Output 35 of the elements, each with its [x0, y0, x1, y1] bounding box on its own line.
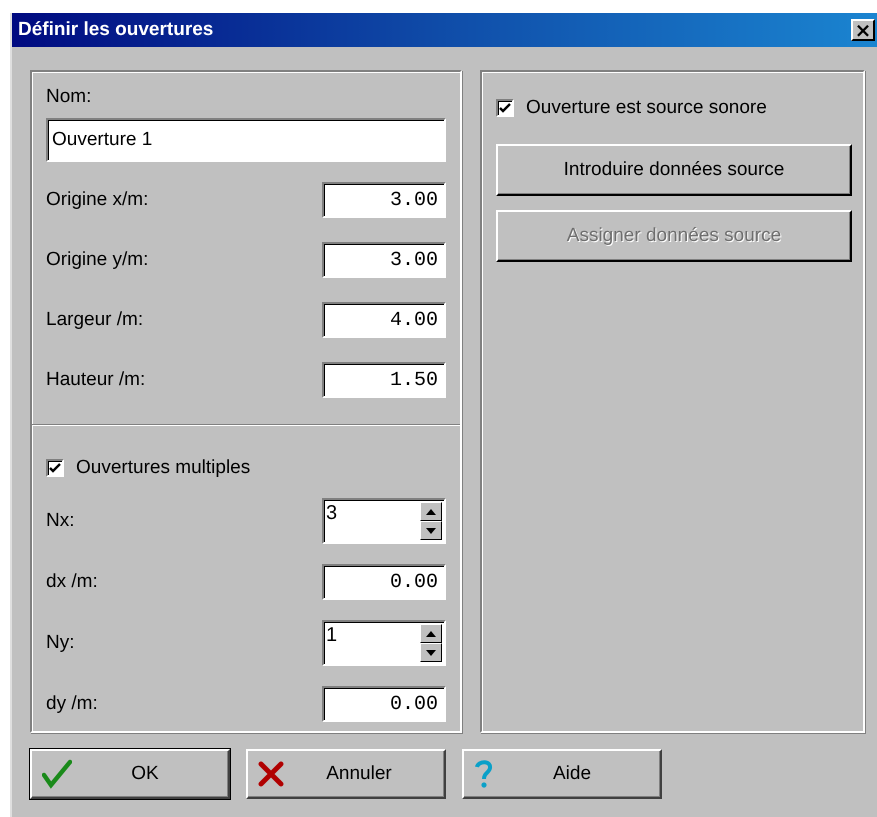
field-label: Origine x/m: [46, 189, 148, 211]
spin-box[interactable]: 1 [322, 620, 446, 666]
checkbox-label: Ouverture est source sonore [526, 97, 767, 119]
spin-box[interactable]: 3 [322, 498, 446, 544]
checkbox-label: Ouvertures multiples [76, 457, 250, 479]
close-button[interactable]: × [851, 19, 875, 41]
number-field[interactable]: 4.00 [322, 302, 446, 338]
dialog-button[interactable]: Aide [462, 749, 662, 799]
name-field[interactable]: Ouverture 1 [46, 118, 446, 162]
number-field[interactable]: 0.00 [322, 686, 446, 722]
checkbox[interactable] [46, 459, 64, 477]
check-mark-icon [499, 102, 511, 114]
number-field[interactable]: 0.00 [322, 564, 446, 600]
number-field[interactable]: 3.00 [322, 242, 446, 278]
field-label: Nx: [46, 510, 74, 532]
field-label: dy /m: [46, 693, 98, 715]
number-field[interactable]: 1.50 [322, 362, 446, 398]
question-mark-icon [474, 759, 494, 789]
check-mark-icon [49, 462, 61, 474]
field-label: dx /m: [46, 571, 98, 593]
dialog-button[interactable]: OK [30, 749, 230, 799]
dialog-button[interactable]: Annuler [246, 749, 446, 799]
check-mark-icon [42, 759, 72, 789]
field-label: Largeur /m: [46, 309, 144, 331]
field-label: Origine y/m: [46, 249, 148, 271]
spin-input[interactable]: 1 [326, 624, 406, 647]
checkbox[interactable] [496, 99, 514, 117]
number-field[interactable]: 3.00 [322, 182, 446, 218]
field-label: Hauteur /m: [46, 369, 146, 391]
field-label: Nom: [46, 86, 92, 108]
window-title: Définir les ouvertures [18, 19, 214, 41]
field-label: Ny: [46, 632, 74, 654]
cross-icon [258, 761, 284, 787]
source-button[interactable]: Introduire données source [496, 144, 852, 196]
spin-input[interactable]: 3 [326, 502, 406, 525]
